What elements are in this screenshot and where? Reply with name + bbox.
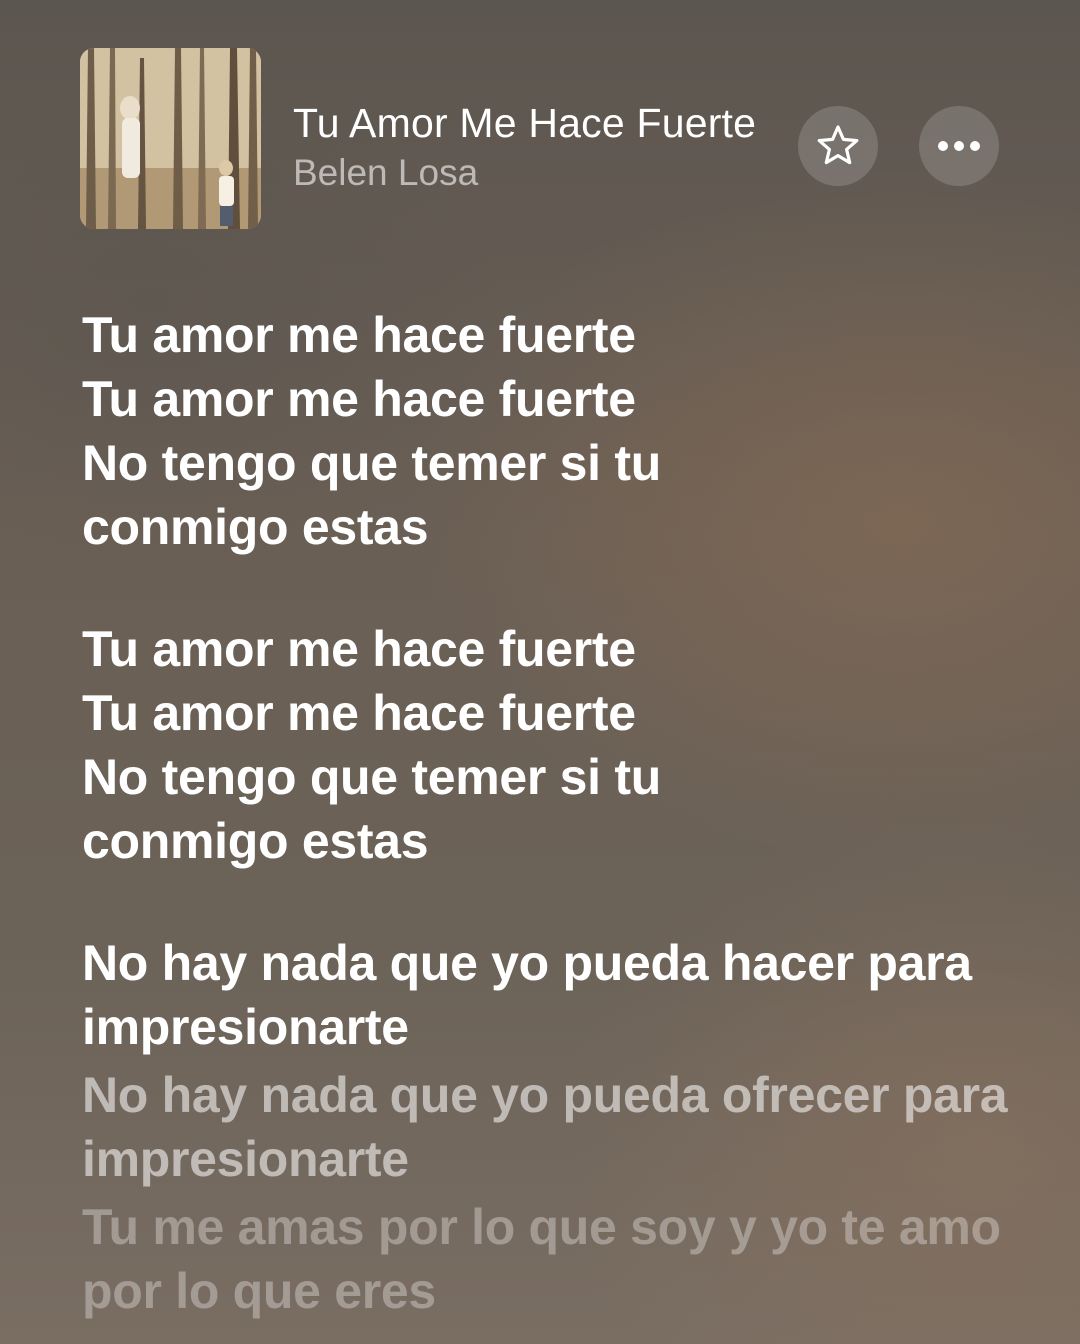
album-artwork[interactable] [80,48,261,229]
lyric-line-upcoming[interactable]: Tu me amas por lo que soy y yo te amo po… [82,1195,1022,1323]
star-outline-icon [817,125,859,165]
now-playing-header: Tu Amor Me Hace Fuerte Belen Losa [0,0,1080,260]
album-artwork-image [80,48,261,229]
lyric-line[interactable]: Tu amor me hace fuerte [82,681,1022,745]
more-options-button[interactable] [919,106,999,186]
lyric-line[interactable]: Tu amor me hace fuerte [82,303,1022,367]
favorite-button[interactable] [798,106,878,186]
lyric-line[interactable]: No tengo que temer si tu conmigo estas [82,745,682,873]
lyric-line[interactable]: No tengo que temer si tu conmigo estas [82,431,682,559]
lyric-line-upcoming[interactable]: No hay nada que yo pueda ofrecer para im… [82,1063,1022,1191]
lyric-line-current[interactable]: No hay nada que yo pueda hacer para impr… [82,931,1022,1059]
ellipsis-icon [938,141,980,151]
track-artist[interactable]: Belen Losa [293,152,478,194]
lyric-line[interactable]: Tu amor me hace fuerte [82,617,1022,681]
lyric-line[interactable]: Tu amor me hace fuerte [82,367,1022,431]
lyrics-view[interactable]: Tu amor me hace fuerte Tu amor me hace f… [82,303,1022,1323]
track-title: Tu Amor Me Hace Fuerte [293,100,757,146]
